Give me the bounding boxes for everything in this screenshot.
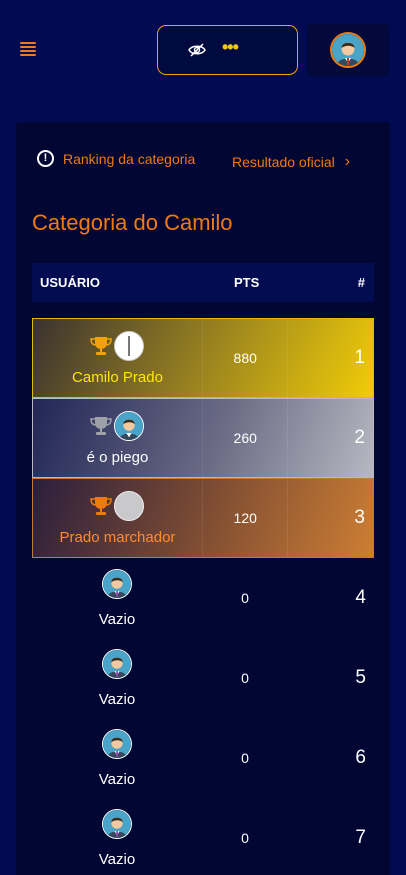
official-result-link[interactable]: Resultado oficial ›: [232, 153, 350, 171]
user-cell: Vazio: [32, 638, 202, 718]
user-avatar: [102, 808, 132, 839]
table-row[interactable]: Camilo Prado 880 1: [32, 318, 374, 398]
silver-trophy-icon: [90, 416, 113, 435]
user-avatar: [114, 490, 145, 521]
user-avatar: [102, 728, 132, 759]
user-avatar: [102, 568, 132, 599]
rank-cell: 1: [287, 319, 373, 397]
table-row[interactable]: Vazio 0 6: [32, 718, 374, 798]
user-cell: Prado marchador: [33, 479, 202, 557]
points-cell: 0: [241, 590, 249, 606]
user-name: Prado marchador: [59, 528, 176, 546]
rank-cell: 3: [287, 479, 373, 557]
info-icon: !: [37, 150, 54, 167]
user-name: Vazio: [98, 690, 136, 708]
ranking-label: Ranking da categoria: [63, 150, 196, 167]
ranking-info[interactable]: ! Ranking da categoria: [37, 150, 195, 167]
points-cell: 120: [201, 479, 287, 557]
gold-trophy-icon: [90, 336, 113, 355]
table-row[interactable]: Prado marchador 120 3: [32, 478, 374, 558]
user-avatar: [114, 330, 145, 361]
user-avatar: [102, 648, 132, 679]
rank-cell: 5: [355, 667, 366, 688]
user-cell: Vazio: [32, 798, 202, 875]
rank-cell: 7: [355, 827, 366, 848]
user-cell: Vazio: [32, 558, 202, 638]
category-title: Categoria do Camilo: [32, 210, 233, 235]
ranking-table: Camilo Prado 880 1 é o piego 260 2 Prado…: [32, 318, 374, 875]
chevron-right-icon: ›: [344, 153, 351, 170]
top-bar: •••: [0, 0, 406, 100]
column-rank: #: [357, 275, 365, 290]
points-cell: 0: [241, 830, 249, 846]
points-cell: 880: [201, 319, 287, 397]
user-name: Vazio: [98, 850, 136, 868]
user-name: Vazio: [98, 610, 136, 628]
points-cell: 0: [241, 750, 249, 766]
column-points: PTS: [234, 275, 260, 290]
table-row[interactable]: Vazio 0 5: [32, 638, 374, 718]
user-cell: Camilo Prado: [33, 319, 202, 397]
user-cell: é o piego: [33, 399, 202, 477]
eye-off-icon: [188, 43, 206, 57]
table-row[interactable]: é o piego 260 2: [32, 398, 374, 478]
user-avatar: [114, 410, 145, 441]
user-name: Camilo Prado: [72, 368, 163, 386]
rank-cell: 6: [355, 747, 366, 768]
bronze-trophy-icon: [90, 496, 113, 515]
rank-cell: 4: [355, 587, 366, 608]
column-user: USUÁRIO: [40, 275, 100, 290]
hidden-balance-text: •••: [222, 37, 239, 57]
user-avatar-icon: [330, 32, 366, 68]
user-name: é o piego: [86, 448, 149, 466]
table-row[interactable]: Vazio 0 7: [32, 798, 374, 875]
rank-cell: 2: [287, 399, 373, 477]
table-header: USUÁRIO PTS #: [32, 263, 374, 302]
profile-button[interactable]: [307, 24, 389, 76]
official-result-label: Resultado oficial: [232, 154, 335, 170]
user-cell: Vazio: [32, 718, 202, 798]
points-cell: 0: [241, 670, 249, 686]
hamburger-icon[interactable]: [20, 42, 36, 56]
points-cell: 260: [201, 399, 287, 477]
balance-toggle-button[interactable]: •••: [157, 25, 298, 75]
user-name: Vazio: [98, 770, 136, 788]
table-row[interactable]: Vazio 0 4: [32, 558, 374, 638]
